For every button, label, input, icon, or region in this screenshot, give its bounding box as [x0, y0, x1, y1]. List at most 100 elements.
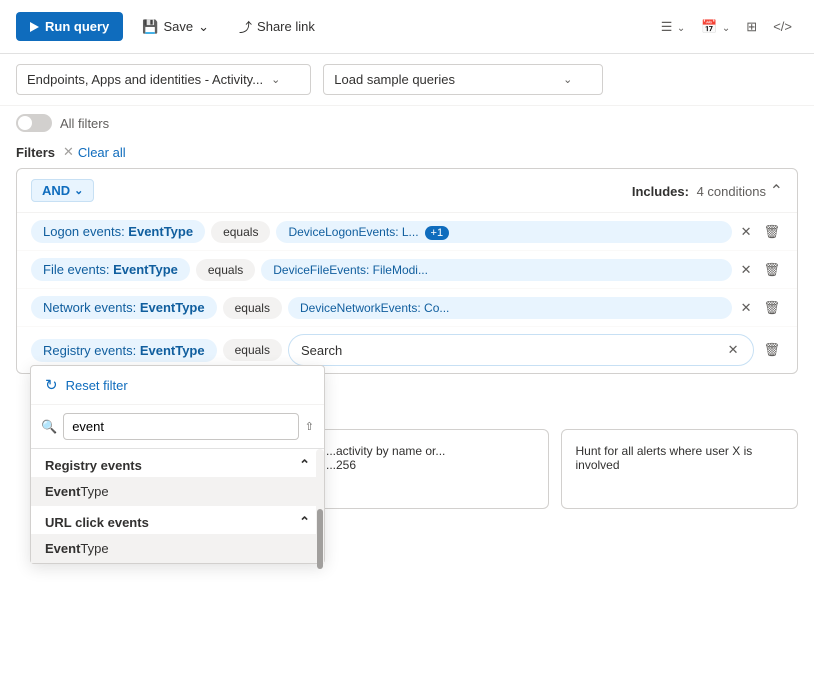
list-chevron-icon: ⌄	[677, 23, 685, 34]
sample-queries-value: Load sample queries	[334, 72, 455, 87]
play-icon	[30, 22, 39, 32]
clear-condition-1-button[interactable]: ✕	[738, 221, 755, 243]
code-icon: </>	[773, 19, 792, 34]
delete-condition-4-button[interactable]: 🗑	[760, 339, 783, 361]
sample-queries-dropdown[interactable]: Load sample queries ⌄	[323, 64, 603, 95]
all-filters-toggle[interactable]	[16, 114, 52, 132]
clear-all-label: Clear all	[78, 145, 126, 160]
save-label: Save	[163, 19, 193, 34]
bottom-card-1[interactable]: ...activity by name or......256	[311, 429, 549, 509]
popup-section-registry: Registry events ⌃	[31, 449, 324, 477]
value-tag-1[interactable]: DeviceLogonEvents: L...+1	[276, 221, 731, 243]
toolbar: Run query 💾 Save ⌄ ⤴ Share link ☰ ⌄ 📅 ⌄	[0, 0, 814, 54]
clear-all-button[interactable]: ✕ Clear all	[63, 144, 126, 160]
value-tag-3[interactable]: DeviceNetworkEvents: Co...	[288, 297, 732, 319]
filters-label: Filters	[16, 145, 55, 160]
and-operator-button[interactable]: AND ⌄	[31, 179, 94, 202]
clear-all-x-icon: ✕	[63, 144, 74, 160]
source-dropdown-value: Endpoints, Apps and identities - Activit…	[27, 72, 263, 87]
equals-tag-1: equals	[211, 221, 270, 243]
save-button[interactable]: 💾 Save ⌄	[131, 12, 220, 42]
popup-section-url: URL click events ⌃	[31, 506, 324, 534]
condition-field-2[interactable]: File events: EventType	[31, 258, 190, 281]
save-chevron-icon: ⌄	[198, 19, 209, 35]
list-view-button[interactable]: ☰ ⌄	[655, 12, 692, 42]
includes-text: Includes: 4 conditions	[632, 184, 770, 199]
field-prefix-1: Logon events:	[43, 224, 128, 239]
reset-icon: ↻	[45, 376, 58, 394]
share-icon: ⤴	[239, 17, 252, 36]
reset-filter-label: Reset filter	[66, 378, 128, 393]
source-chevron-icon: ⌄	[271, 73, 280, 86]
condition-row-1: Logon events: EventType equals DeviceLog…	[17, 213, 797, 251]
condition-row-3: Network events: EventType equals DeviceN…	[17, 289, 797, 327]
search-value-box[interactable]: Search ✕	[288, 334, 755, 366]
popup-search-icon: 🔍	[41, 419, 57, 435]
registry-section-label: Registry events	[45, 458, 142, 473]
field-name-3: EventType	[140, 300, 205, 315]
url-section-label: URL click events	[45, 515, 149, 530]
calendar-button[interactable]: 📅 ⌄	[695, 12, 736, 42]
value-tag-2[interactable]: DeviceFileEvents: FileModi...	[261, 259, 731, 281]
clear-condition-2-button[interactable]: ✕	[738, 259, 755, 281]
includes-label: Includes:	[632, 184, 689, 199]
popup-search-row: 🔍 ⇧	[31, 405, 324, 449]
bottom-card-2-text: Hunt for all alerts where user X is invo…	[576, 444, 784, 472]
collapse-button[interactable]: ⌃	[770, 181, 783, 201]
reset-filter-item[interactable]: ↻ Reset filter	[31, 366, 324, 405]
all-filters-label: All filters	[60, 116, 109, 131]
filter-block: AND ⌄ Includes: 4 conditions ⌃ Logon eve…	[16, 168, 798, 374]
run-query-button[interactable]: Run query	[16, 12, 123, 41]
delete-condition-3-button[interactable]: 🗑	[760, 297, 783, 319]
all-filters-row: All filters	[0, 106, 814, 140]
delete-condition-1-button[interactable]: 🗑	[760, 221, 783, 243]
popup-search-input[interactable]	[63, 413, 299, 440]
field-name-4: EventType	[140, 343, 205, 358]
filter-block-header: AND ⌄ Includes: 4 conditions ⌃	[17, 169, 797, 213]
table-button[interactable]: ⊞	[740, 12, 763, 42]
field-prefix-4: Registry events:	[43, 343, 140, 358]
popup-item-url-suffix: Type	[80, 541, 108, 556]
code-button[interactable]: </>	[767, 12, 798, 42]
popup-scrollbar	[316, 449, 324, 563]
popup-scroll-up[interactable]: ⇧	[305, 420, 314, 433]
condition-field-1[interactable]: Logon events: EventType	[31, 220, 205, 243]
condition-field-3[interactable]: Network events: EventType	[31, 296, 217, 319]
dropdown-popup: ↻ Reset filter 🔍 ⇧ Registry events ⌃ Eve…	[30, 365, 325, 564]
clear-condition-3-button[interactable]: ✕	[738, 297, 755, 319]
condition-field-4[interactable]: Registry events: EventType	[31, 339, 217, 362]
equals-tag-2: equals	[196, 259, 255, 281]
popup-scroll-area: Registry events ⌃ EventType URL click ev…	[31, 449, 324, 563]
equals-tag-3: equals	[223, 297, 282, 319]
selects-row: Endpoints, Apps and identities - Activit…	[0, 54, 814, 106]
registry-section-chevron-icon[interactable]: ⌃	[299, 457, 310, 473]
popup-item-url-bold: Event	[45, 541, 80, 556]
field-prefix-3: Network events:	[43, 300, 140, 315]
list-icon: ☰	[661, 19, 673, 34]
sample-queries-chevron-icon: ⌄	[563, 73, 572, 86]
share-link-label: Share link	[257, 19, 315, 34]
bottom-card-2[interactable]: Hunt for all alerts where user X is invo…	[561, 429, 799, 509]
popup-scroll-content: Registry events ⌃ EventType URL click ev…	[31, 449, 324, 563]
field-name-2: EventType	[113, 262, 178, 277]
clear-search-value-button[interactable]: ✕	[725, 339, 742, 361]
toolbar-right: ☰ ⌄ 📅 ⌄ ⊞ </>	[655, 12, 798, 42]
toolbar-left: Run query 💾 Save ⌄ ⤴ Share link	[16, 10, 326, 43]
delete-condition-2-button[interactable]: 🗑	[760, 259, 783, 281]
condition-row-2: File events: EventType equals DeviceFile…	[17, 251, 797, 289]
search-value-text: Search	[301, 343, 342, 358]
source-dropdown[interactable]: Endpoints, Apps and identities - Activit…	[16, 64, 311, 95]
popup-item-registry-suffix: Type	[80, 484, 108, 499]
url-section-chevron-icon[interactable]: ⌃	[299, 514, 310, 530]
field-prefix-2: File events:	[43, 262, 113, 277]
run-query-label: Run query	[45, 19, 109, 34]
share-link-button[interactable]: ⤴ Share link	[228, 10, 326, 43]
bottom-cards-area: ...activity by name or......256 Hunt for…	[295, 419, 814, 519]
save-icon: 💾	[142, 19, 158, 35]
popup-item-registry-eventtype[interactable]: EventType	[31, 477, 324, 506]
includes-info: Includes: 4 conditions ⌃	[632, 181, 783, 201]
and-chevron-icon: ⌄	[74, 184, 83, 197]
toggle-thumb	[18, 116, 32, 130]
popup-item-url-eventtype[interactable]: EventType	[31, 534, 324, 563]
conditions-count: 4 conditions	[697, 184, 766, 199]
